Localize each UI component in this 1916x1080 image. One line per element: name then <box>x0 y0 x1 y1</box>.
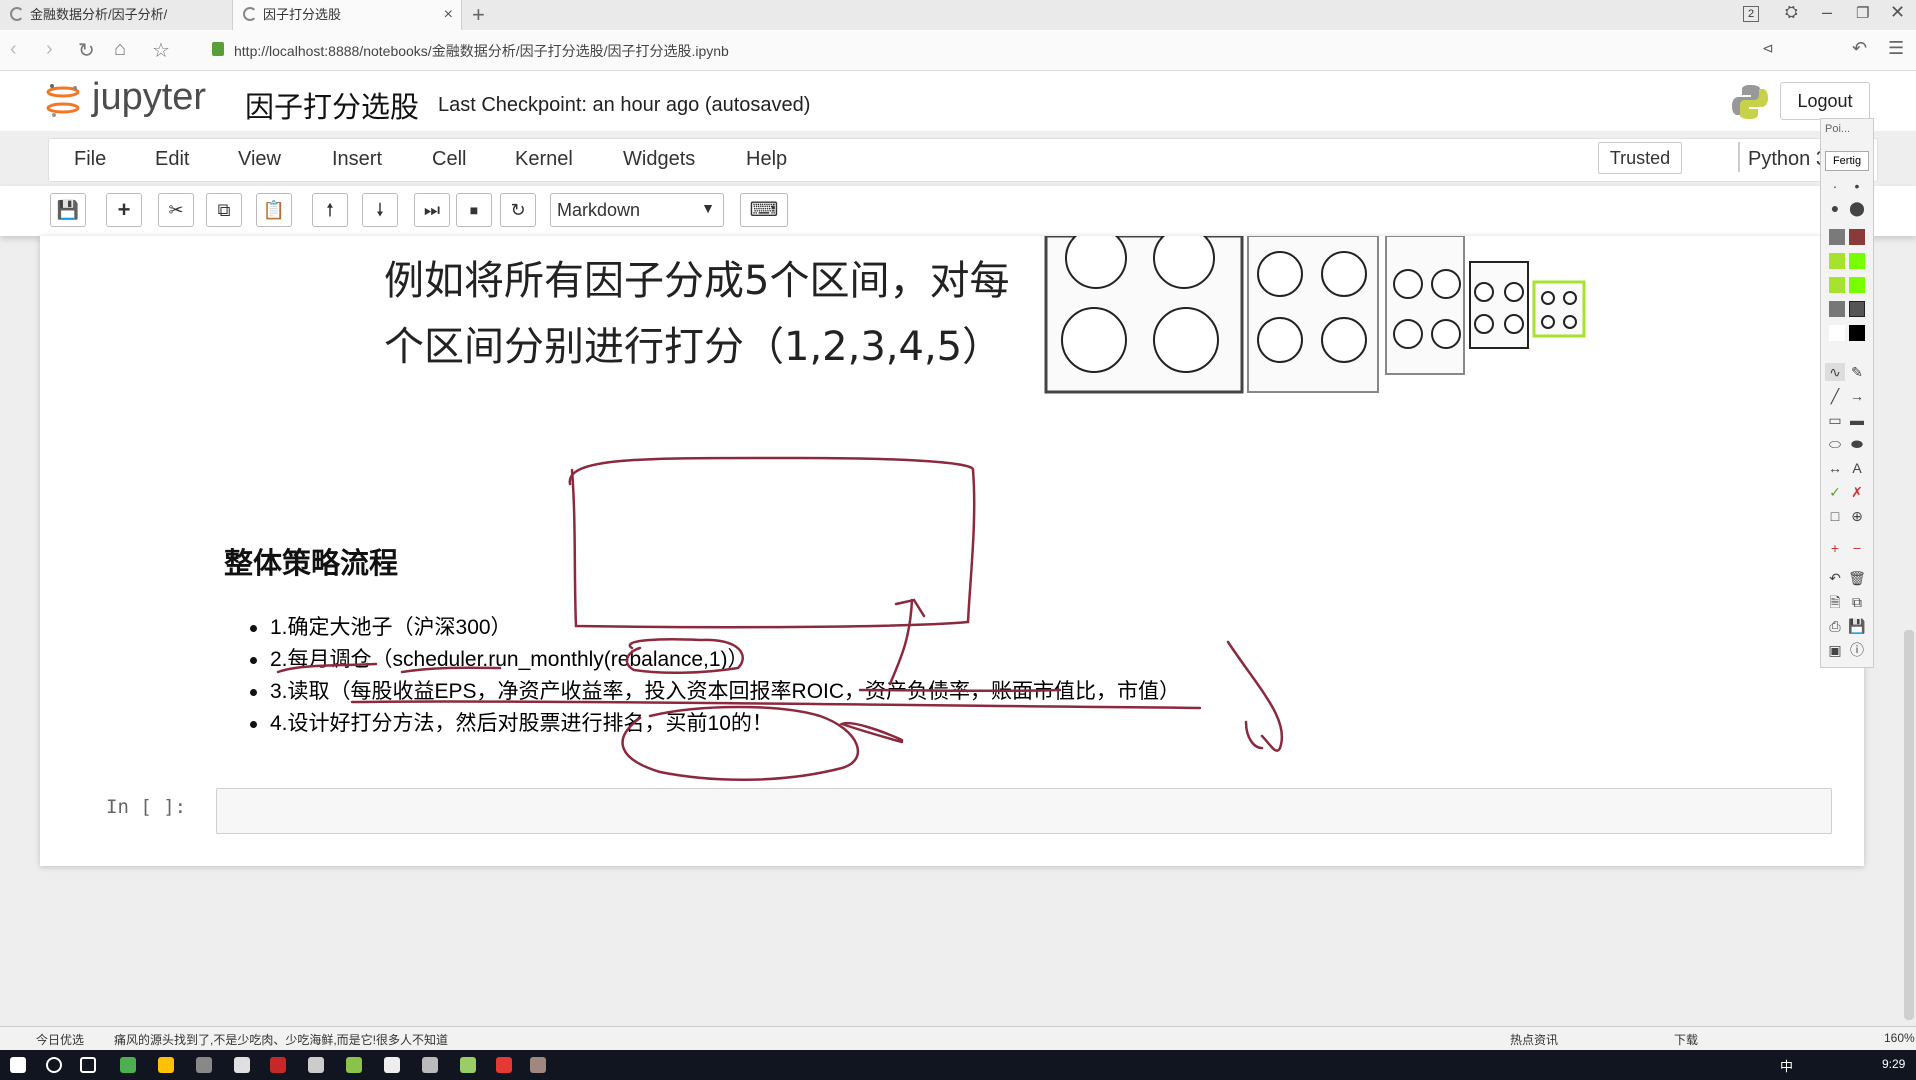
pen-annotations <box>276 456 1284 781</box>
freehand-pen-icon[interactable]: ∿ <box>1825 363 1845 381</box>
color-swatch-black[interactable] <box>1849 325 1865 341</box>
app-icon[interactable] <box>422 1057 438 1073</box>
pen-tool-panel: Poi... Fertig · • ● ⬤ ∿ ✎ ╱ → ▭ ▬ ⬭ ⬬ ↔ … <box>1820 118 1874 668</box>
large-dot-icon[interactable]: ● <box>1825 199 1845 217</box>
filled-rectangle-icon[interactable]: ▬ <box>1847 411 1867 429</box>
color-swatch-darkgray[interactable] <box>1829 301 1845 317</box>
color-swatch-gray[interactable] <box>1829 229 1845 245</box>
status-zoom[interactable]: 160% <box>1884 1031 1915 1045</box>
status-left-label[interactable]: 今日优选 <box>36 1031 84 1048</box>
save-drawing-icon[interactable]: 💾 <box>1847 617 1867 635</box>
scrollbar-thumb[interactable] <box>1904 630 1914 1020</box>
folder-icon[interactable] <box>158 1057 174 1073</box>
color-swatch-lime[interactable] <box>1849 277 1865 293</box>
pen-mode-button[interactable]: Fertig <box>1825 151 1869 171</box>
color-swatch-green[interactable] <box>1849 253 1865 269</box>
xlarge-dot-icon[interactable]: ⬤ <box>1847 199 1867 217</box>
color-swatch-white[interactable] <box>1829 325 1845 341</box>
status-download[interactable]: 下载 <box>1674 1031 1698 1048</box>
plus-icon[interactable]: + <box>1825 539 1845 557</box>
app-icon[interactable] <box>120 1057 136 1073</box>
app-icon[interactable] <box>384 1057 400 1073</box>
app-icon[interactable] <box>460 1057 476 1073</box>
double-arrow-icon[interactable]: ↔ <box>1825 459 1845 477</box>
text-tool-icon[interactable]: A <box>1847 459 1867 477</box>
search-icon[interactable] <box>46 1057 62 1073</box>
start-icon[interactable] <box>10 1057 26 1073</box>
check-icon[interactable]: ✓ <box>1825 483 1845 501</box>
minus-icon[interactable]: − <box>1847 539 1867 557</box>
new-page-icon[interactable]: 🗎 <box>1825 593 1845 611</box>
screenshot-icon[interactable]: ▣ <box>1825 641 1845 659</box>
app-icon[interactable] <box>196 1057 212 1073</box>
arrow-tool-icon[interactable]: → <box>1847 387 1867 405</box>
zoom-icon[interactable]: ⊕ <box>1847 507 1867 525</box>
rectangle-tool-icon[interactable]: ▭ <box>1825 411 1845 429</box>
app-icon[interactable] <box>308 1057 324 1073</box>
app-icon[interactable] <box>270 1057 286 1073</box>
app-icon[interactable] <box>530 1057 546 1073</box>
pen-panel-header: Poi... <box>1825 123 1851 135</box>
windows-taskbar: 中 9:29 <box>0 1050 1916 1080</box>
trash-icon[interactable]: 🗑 <box>1847 569 1867 587</box>
status-news-ticker[interactable]: 痛风的源头找到了,不是少吃肉、少吃海鲜,而是它!很多人不知道 <box>114 1031 448 1048</box>
status-hot-news[interactable]: 热点资讯 <box>1510 1031 1558 1048</box>
app-icon[interactable] <box>496 1057 512 1073</box>
highlighter-icon[interactable]: ✎ <box>1847 363 1867 381</box>
clock[interactable]: 9:29 <box>1882 1057 1905 1071</box>
color-swatch-lightgreen[interactable] <box>1829 253 1845 269</box>
small-dot-icon[interactable]: · <box>1825 177 1845 195</box>
app-icon[interactable] <box>234 1057 250 1073</box>
info-icon[interactable]: ⓘ <box>1847 641 1867 659</box>
copy-page-icon[interactable]: ⧉ <box>1847 593 1867 611</box>
line-tool-icon[interactable]: ╱ <box>1825 387 1845 405</box>
cross-icon[interactable]: ✗ <box>1847 483 1867 501</box>
ime-indicator[interactable]: 中 <box>1780 1056 1793 1075</box>
crop-icon[interactable]: □ <box>1825 507 1845 525</box>
ellipse-tool-icon[interactable]: ⬭ <box>1825 435 1845 453</box>
color-swatch-yellowgreen[interactable] <box>1829 277 1845 293</box>
task-view-icon[interactable] <box>80 1057 96 1073</box>
print-icon[interactable]: ⎙ <box>1825 617 1845 635</box>
medium-dot-icon[interactable]: • <box>1847 177 1867 195</box>
undo-icon[interactable]: ↶ <box>1825 569 1845 587</box>
color-swatch-red[interactable] <box>1849 229 1865 245</box>
app-icon[interactable] <box>346 1057 362 1073</box>
filled-ellipse-icon[interactable]: ⬬ <box>1847 435 1867 453</box>
color-swatch-slate[interactable] <box>1849 301 1865 317</box>
